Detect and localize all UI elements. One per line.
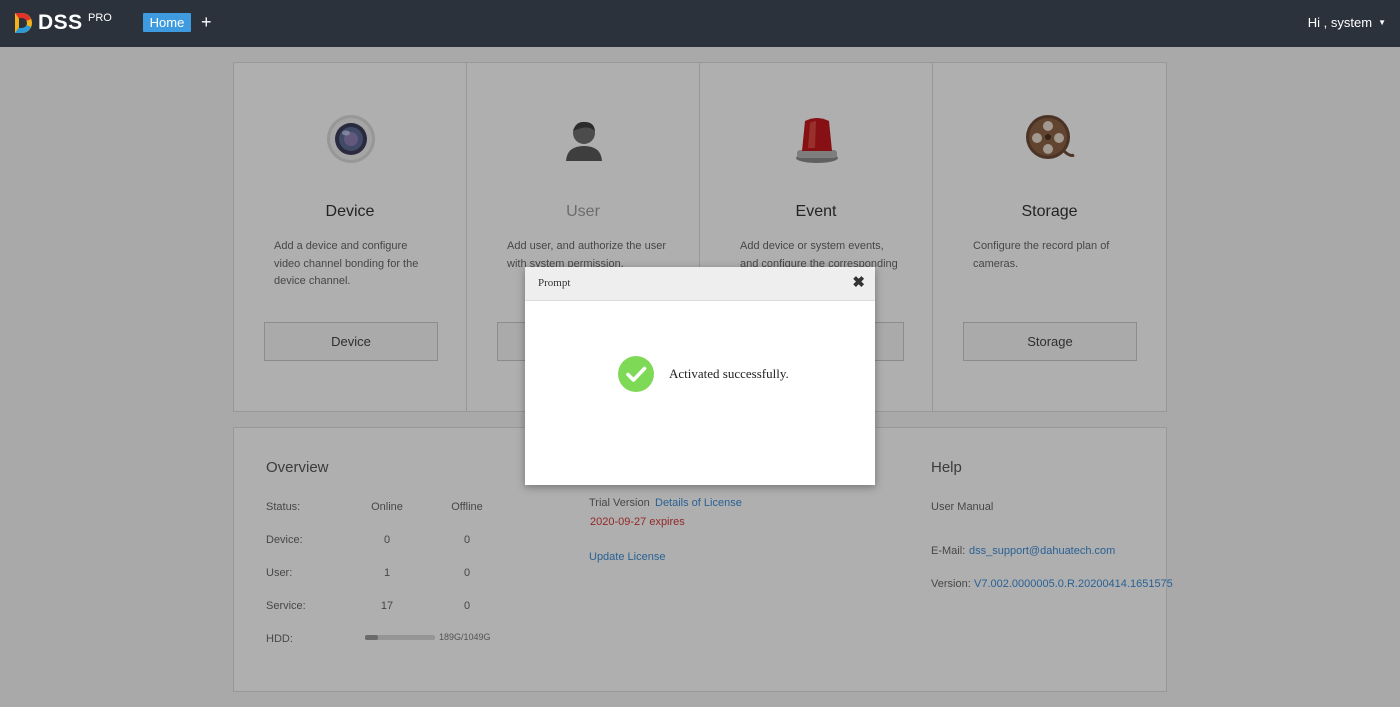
- logo-text: DSS: [38, 11, 83, 34]
- logo-suffix: PRO: [88, 12, 112, 24]
- tab-home[interactable]: Home: [143, 13, 191, 32]
- close-icon[interactable]: ✖: [852, 274, 865, 292]
- success-check-icon: [618, 356, 654, 392]
- top-bar: DSS PRO Home + Hi , system ▼: [0, 0, 1400, 47]
- add-tab-button[interactable]: +: [201, 11, 212, 33]
- caret-down-icon: ▼: [1378, 18, 1386, 27]
- dialog-header: Prompt ✖: [525, 267, 875, 301]
- dss-logo-icon: [15, 13, 32, 33]
- user-greeting: Hi , system: [1307, 15, 1373, 30]
- prompt-dialog: Prompt ✖ Activated successfully.: [525, 267, 875, 485]
- dialog-title: Prompt: [538, 277, 571, 289]
- dialog-message: Activated successfully.: [669, 366, 789, 381]
- app-logo: DSS PRO: [12, 10, 122, 36]
- user-menu[interactable]: Hi , system ▼: [1308, 15, 1386, 30]
